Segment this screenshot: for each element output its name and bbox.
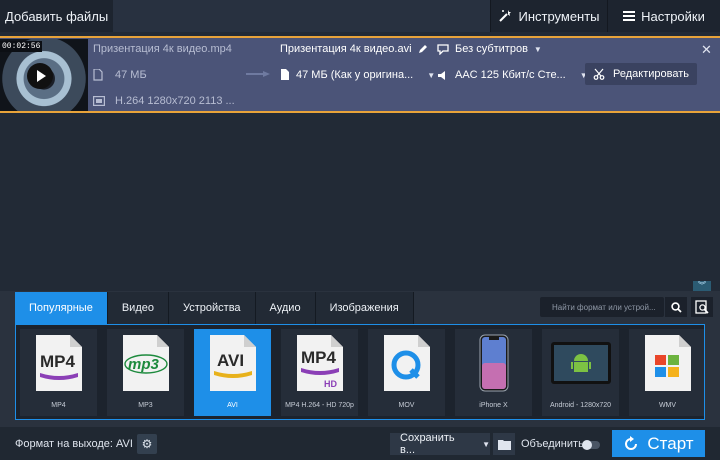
tile-label: MP4: [51, 402, 66, 409]
target-size-dropdown[interactable]: 47 МБ (Как у оригина... ▼: [280, 69, 435, 81]
join-toggle[interactable]: [582, 440, 600, 450]
format-tile-avi[interactable]: AVI AVI: [194, 329, 271, 416]
settings-button[interactable]: Настройки: [607, 0, 720, 32]
target-size: 47 МБ (Как у оригина...: [296, 69, 414, 81]
android-tablet-icon: [550, 342, 611, 384]
top-toolbar: Добавить файлы Инструменты Настройки: [0, 0, 720, 32]
svg-text:AVI: AVI: [217, 351, 244, 370]
quicktime-icon: [383, 335, 430, 391]
magic-wand-icon: [499, 10, 512, 22]
speaker-icon: [438, 70, 445, 80]
chevron-down-icon: ▼: [482, 439, 490, 449]
open-folder-button[interactable]: [493, 433, 515, 455]
source-codec: H.264 1280x720 2113 ...: [115, 95, 235, 107]
source-size-row: 47 МБ: [93, 69, 147, 81]
subtitles-dropdown[interactable]: Без субтитров ▼: [437, 43, 542, 55]
edit-label: Редактировать: [613, 68, 689, 80]
bottom-bar: Формат на выходе: AVI ⚙ Сохранить в... ▼…: [0, 427, 720, 460]
svg-text:MP4: MP4: [40, 352, 76, 371]
close-icon[interactable]: ✕: [701, 42, 712, 58]
tab-images[interactable]: Изображения: [315, 292, 414, 324]
speech-bubble-icon: [437, 43, 449, 55]
format-tile-mp3[interactable]: mp3 MP3: [107, 329, 184, 416]
tile-label: MP3: [138, 402, 153, 409]
audio-value: AAC 125 Кбит/с Сте...: [455, 69, 566, 81]
audio-dropdown[interactable]: AAC 125 Кбит/с Сте... ▼: [437, 69, 588, 81]
thumbnail-duration: 00:02:56: [0, 41, 43, 52]
add-files-button[interactable]: Добавить файлы: [0, 0, 113, 32]
edit-button[interactable]: Редактировать: [585, 63, 697, 85]
tab-audio[interactable]: Аудио: [255, 292, 316, 324]
gear-icon: ⚙: [141, 437, 153, 451]
mp3-icon: mp3: [122, 335, 169, 391]
file-icon: [93, 69, 103, 81]
search-button[interactable]: [665, 297, 687, 317]
source-size: 47 МБ: [115, 69, 147, 81]
format-tile-mp4-hd[interactable]: MP4 HD MP4 H.264 - HD 720p: [281, 329, 358, 416]
format-tiles: MP4 MP4 mp3 MP3 AVI AVI MP4 HD MP4 H.264…: [15, 324, 705, 420]
join-label: Объединить: [521, 438, 584, 450]
save-label: Сохранить в...: [400, 432, 455, 456]
format-panel: Популярные Видео Устройства Аудио Изобра…: [0, 291, 720, 427]
subtitles-value: Без субтитров: [455, 43, 528, 55]
source-filename: Призентация 4к видео.mp4: [93, 43, 232, 55]
folder-icon: [497, 439, 511, 450]
format-tile-mp4[interactable]: MP4 MP4: [20, 329, 97, 416]
format-tile-android[interactable]: Android - 1280x720: [542, 329, 619, 416]
file-icon: [281, 69, 289, 80]
source-codec-row: H.264 1280x720 2113 ...: [93, 95, 235, 107]
format-tile-wmv[interactable]: WMV: [629, 329, 704, 416]
mp4-icon: MP4: [35, 335, 82, 391]
search-icon: [670, 301, 682, 313]
tools-label: Инструменты: [518, 8, 600, 24]
tile-label: Android - 1280x720: [549, 402, 612, 409]
device-search-icon: [695, 300, 709, 314]
settings-label: Настройки: [641, 8, 705, 24]
avi-icon: AVI: [209, 335, 256, 391]
tile-label: iPhone X: [479, 402, 508, 409]
format-tile-iphone-x[interactable]: iPhone X: [455, 329, 532, 416]
menu-icon: [623, 11, 636, 21]
tab-video[interactable]: Видео: [107, 292, 169, 324]
chevron-down-icon: ▼: [427, 70, 436, 80]
video-thumbnail[interactable]: 00:02:56: [0, 39, 88, 111]
chevron-down-icon: ▼: [533, 44, 542, 54]
pencil-icon[interactable]: [418, 44, 428, 54]
start-button[interactable]: Старт: [612, 430, 705, 457]
refresh-icon: [625, 435, 638, 450]
tile-label: MOV: [398, 402, 415, 409]
target-filename: Призентация 4к видео.avi: [280, 43, 412, 55]
tab-popular[interactable]: Популярные: [15, 292, 108, 324]
windows-icon: [644, 335, 691, 391]
file-item[interactable]: 00:02:56 Призентация 4к видео.mp4 47 МБ …: [0, 36, 720, 113]
save-to-dropdown[interactable]: Сохранить в... ▼: [390, 432, 490, 456]
play-icon[interactable]: [27, 63, 53, 89]
tools-button[interactable]: Инструменты: [490, 0, 607, 32]
format-search-input[interactable]: Найти формат или устрой...: [540, 297, 664, 317]
collapse-panel-icon[interactable]: ︾: [693, 281, 711, 291]
scissors-icon: [593, 68, 605, 80]
start-label: Старт: [647, 433, 694, 453]
tab-devices[interactable]: Устройства: [168, 292, 256, 324]
svg-text:HD: HD: [324, 379, 337, 389]
video-icon: [93, 96, 105, 106]
format-tile-mov[interactable]: MOV: [368, 329, 445, 416]
detect-device-button[interactable]: [691, 297, 713, 317]
svg-text:MP4: MP4: [301, 348, 337, 367]
tile-label: WMV: [658, 402, 677, 409]
mp4-hd-icon: MP4 HD: [296, 335, 343, 391]
tile-label: AVI: [227, 402, 238, 409]
output-settings-button[interactable]: ⚙: [137, 434, 157, 454]
target-filename-row[interactable]: Призентация 4к видео.avi: [280, 43, 428, 55]
format-tabs: Популярные Видео Устройства Аудио Изобра…: [15, 292, 414, 324]
iphone-icon: [479, 334, 508, 392]
convert-arrow-icon: [246, 71, 270, 77]
output-format-label: Формат на выходе: AVI: [15, 438, 133, 450]
tile-label: MP4 H.264 - HD 720p: [285, 402, 354, 409]
